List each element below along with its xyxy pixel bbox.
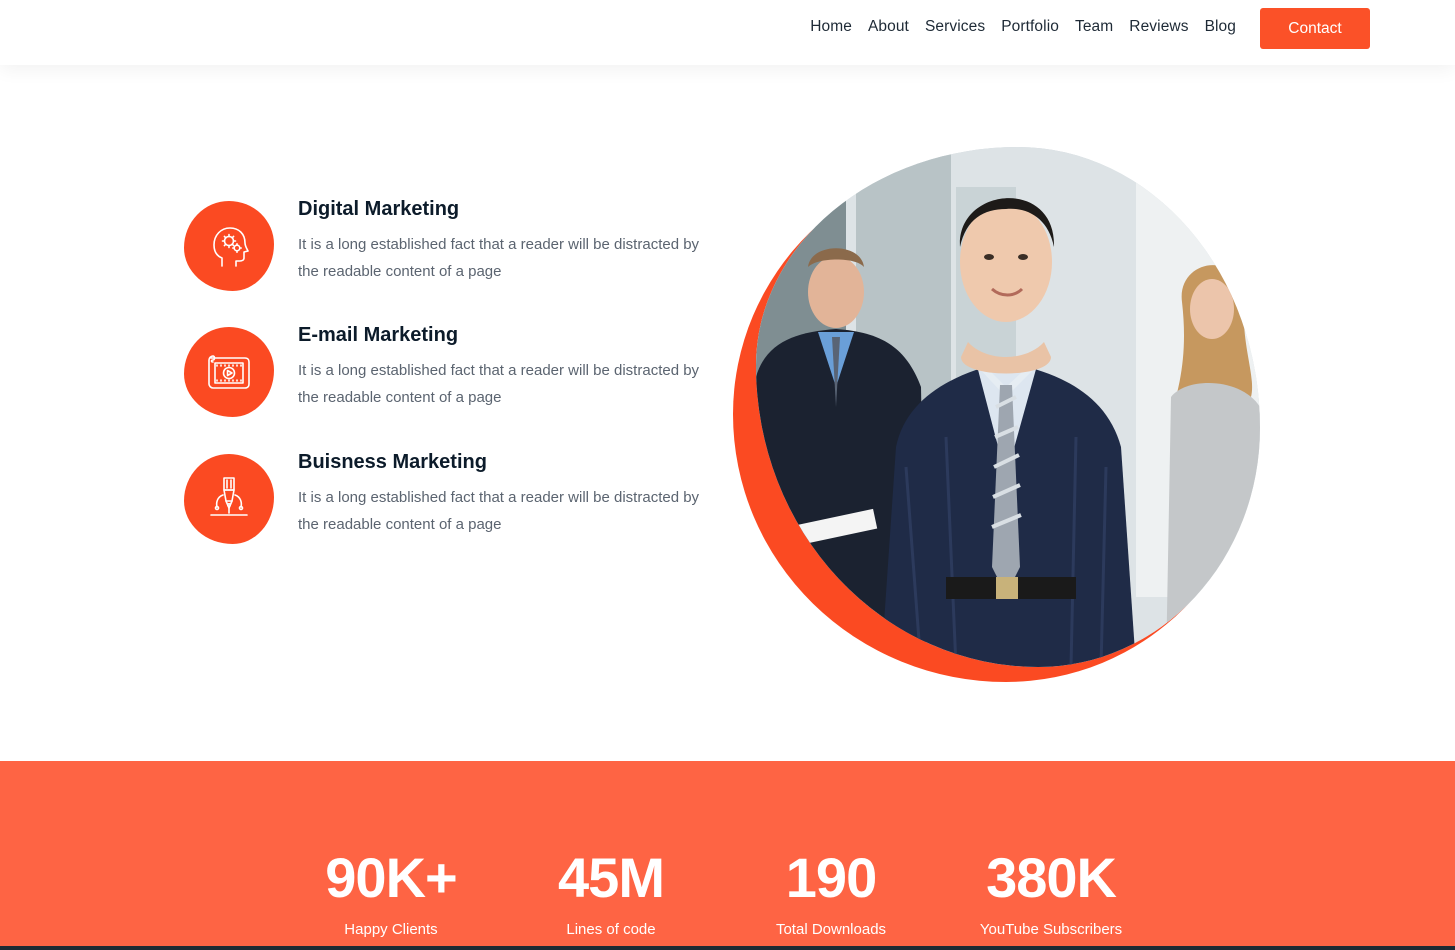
nav-link-services[interactable]: Services bbox=[925, 18, 985, 36]
service-icon-badge bbox=[184, 201, 274, 291]
pen-nib-idea-icon bbox=[210, 477, 248, 516]
nav-links: Home About Services Portfolio Team Revie… bbox=[810, 18, 1236, 36]
nav-link-portfolio[interactable]: Portfolio bbox=[1001, 18, 1059, 36]
stat-lines-of-code: 45M Lines of code bbox=[501, 761, 721, 939]
nav-link-reviews[interactable]: Reviews bbox=[1129, 18, 1188, 36]
service-title: Digital Marketing bbox=[298, 198, 460, 220]
stat-label: Total Downloads bbox=[775, 921, 887, 938]
stat-label: Lines of code bbox=[566, 921, 656, 938]
nav-link-about[interactable]: About bbox=[868, 18, 909, 36]
head-gears-icon bbox=[213, 227, 249, 267]
stat-label: Happy Clients bbox=[344, 921, 438, 938]
navbar: Home About Services Portfolio Team Revie… bbox=[0, 0, 1455, 65]
service-description: It is a long established fact that a rea… bbox=[298, 489, 700, 533]
service-title: E-mail Marketing bbox=[298, 324, 459, 346]
footer-edge-divider bbox=[0, 946, 1455, 950]
service-item-digital-marketing: Digital Marketing It is a long establish… bbox=[184, 198, 724, 296]
stat-value: 90K+ bbox=[325, 846, 457, 909]
stat-total-downloads: 190 Total Downloads bbox=[721, 761, 941, 939]
stat-value: 45M bbox=[558, 846, 665, 909]
service-description: It is a long established fact that a rea… bbox=[298, 362, 700, 406]
stat-value: 190 bbox=[785, 846, 877, 909]
service-item-email-marketing: E-mail Marketing It is a long establishe… bbox=[184, 324, 724, 422]
service-description: It is a long established fact that a rea… bbox=[298, 236, 700, 280]
service-title: Buisness Marketing bbox=[298, 451, 487, 473]
team-photo-blob bbox=[730, 145, 1270, 685]
nav-link-blog[interactable]: Blog bbox=[1205, 18, 1236, 36]
nav-link-team[interactable]: Team bbox=[1075, 18, 1113, 36]
stats-section: 90K+ Happy Clients 45M Lines of code 190… bbox=[0, 761, 1455, 950]
stat-happy-clients: 90K+ Happy Clients bbox=[281, 761, 501, 939]
stat-youtube-subscribers: 380K YouTube Subscribers bbox=[941, 761, 1161, 939]
service-icon-badge bbox=[184, 327, 274, 417]
contact-button[interactable]: Contact bbox=[1260, 8, 1370, 49]
stat-label: YouTube Subscribers bbox=[979, 921, 1123, 938]
stat-value: 380K bbox=[986, 846, 1117, 909]
nav-link-home[interactable]: Home bbox=[810, 18, 852, 36]
service-icon-badge bbox=[184, 454, 274, 544]
video-film-icon bbox=[208, 355, 250, 389]
service-item-business-marketing: Buisness Marketing It is a long establis… bbox=[184, 451, 724, 549]
